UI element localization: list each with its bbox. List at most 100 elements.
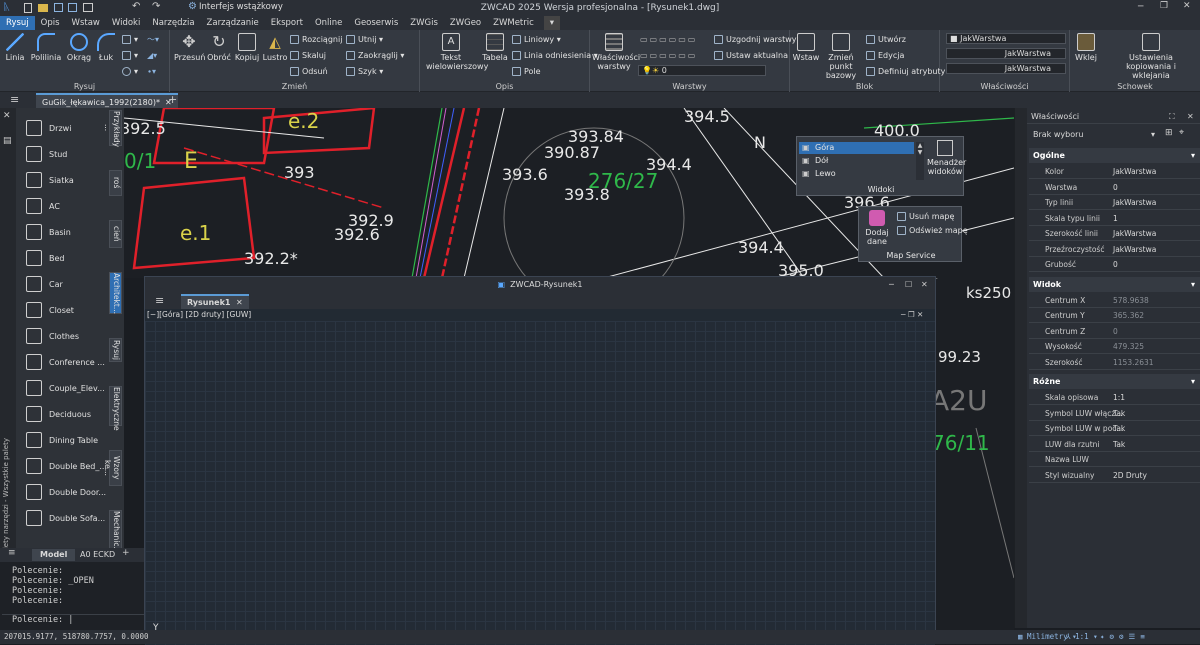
- ribbon-group-label[interactable]: Opis: [420, 82, 589, 91]
- menu-item-9[interactable]: ZWGis: [404, 16, 444, 30]
- quick-select-icon[interactable]: ⊞: [1165, 128, 1173, 138]
- property-row[interactable]: Skala typu linii 1: [1029, 211, 1200, 226]
- move-button[interactable]: ✥ Przesuń: [174, 33, 205, 63]
- property-row[interactable]: Szerokość 1153.2631: [1029, 355, 1200, 370]
- property-row[interactable]: Centrum X 578.9638: [1029, 293, 1200, 308]
- view-item-top[interactable]: ▣ Góra: [799, 142, 914, 154]
- palette-item[interactable]: Drzwi: [26, 116, 71, 140]
- viewport-label[interactable]: [−][Góra] [2D druty] [GUW]: [147, 310, 251, 319]
- palette-tab[interactable]: Architekt...: [109, 272, 122, 314]
- restore-button[interactable]: ❐: [1160, 1, 1168, 11]
- stretch-tool[interactable]: Rozciągnij: [290, 34, 342, 45]
- window2-tab[interactable]: Rysunek1 ✕: [181, 294, 249, 309]
- annotation-scale[interactable]: ⅄ 1:1 ▾: [1066, 630, 1098, 644]
- scale-tool[interactable]: Skaluj: [290, 50, 326, 61]
- ellipse-tool[interactable]: ▾: [122, 66, 138, 77]
- set-current-layer-tool[interactable]: Ustaw aktualna: [714, 50, 788, 61]
- refresh-map-button[interactable]: Odśwież mapę: [897, 225, 968, 236]
- remove-map-button[interactable]: Usuń mapę: [897, 211, 954, 222]
- layout-tab-model[interactable]: Model: [32, 549, 76, 561]
- spline-tool[interactable]: 〜▾: [147, 34, 159, 45]
- palette-tab[interactable]: Wzory ke...: [103, 450, 122, 486]
- palette-item[interactable]: Double Door...: [26, 480, 106, 504]
- menu-item-1[interactable]: Opis: [35, 16, 66, 30]
- layout-tab-a0[interactable]: A0 ECKD: [80, 549, 115, 561]
- palette-item[interactable]: Clothes: [26, 324, 79, 348]
- palette-item[interactable]: Stud: [26, 142, 67, 166]
- define-attributes-tool[interactable]: Definiuj atrybuty: [866, 66, 945, 77]
- property-row[interactable]: Typ linii JakWarstwa: [1029, 195, 1200, 210]
- palette-item[interactable]: Double Bed_...: [26, 454, 107, 478]
- fillet-tool[interactable]: Zaokrąglij ▾: [346, 50, 404, 61]
- layer-tools-icons[interactable]: ▭▭▭▭▭▭: [640, 50, 697, 61]
- linear-dim-tool[interactable]: Liniowy ▾: [512, 34, 561, 45]
- palette-item[interactable]: Dining Table: [26, 428, 98, 452]
- palette-options-icon[interactable]: ▤: [3, 136, 12, 146]
- palette-tab[interactable]: roś: [109, 170, 122, 196]
- window2-close-button[interactable]: ✕: [921, 277, 928, 293]
- array-tool[interactable]: Szyk ▾: [346, 66, 383, 77]
- field-tool[interactable]: Pole: [512, 66, 541, 77]
- property-row[interactable]: Centrum Z 0: [1029, 324, 1200, 339]
- menu-item-8[interactable]: Geoserwis: [348, 16, 404, 30]
- add-data-button[interactable]: Dodaj dane: [863, 210, 891, 246]
- menu-item-10[interactable]: ZWGeo: [444, 16, 487, 30]
- property-row[interactable]: Centrum Y 365.362: [1029, 308, 1200, 323]
- lineweight-dropdown[interactable]: JakWarstwa: [946, 63, 1066, 74]
- views-scroll[interactable]: ▲ ▼: [916, 142, 924, 180]
- close-button[interactable]: ✕: [1183, 1, 1191, 11]
- properties-options-icon[interactable]: ⛶: [1169, 110, 1175, 124]
- property-row[interactable]: LUW dla rzutni Tak: [1029, 437, 1200, 452]
- palette-item[interactable]: Deciduous: [26, 402, 91, 426]
- ribbon-group-label[interactable]: Warstwy: [590, 82, 789, 91]
- layer-properties-button[interactable]: Właściwości warstwy: [592, 33, 640, 71]
- color-dropdown[interactable]: ■ JakWarstwa: [946, 33, 1066, 44]
- document-tab[interactable]: GuGik_łękawica_1992(2180)* ✕: [36, 93, 178, 108]
- match-layer-tool[interactable]: Uzgodnij warstwy: [714, 34, 796, 45]
- palette-tab[interactable]: Elektryczne: [109, 386, 122, 431]
- property-row[interactable]: Skala opisowa 1:1: [1029, 390, 1200, 405]
- change-basepoint-button[interactable]: Zmień punkt bazowy: [820, 33, 862, 80]
- menu-item-7[interactable]: Online: [309, 16, 348, 30]
- view-item-left[interactable]: ▣ Lewo: [799, 168, 914, 180]
- properties-section-header[interactable]: Ogólne ▾: [1029, 148, 1200, 163]
- property-row[interactable]: Nazwa LUW: [1029, 452, 1200, 467]
- ribbon-group-label[interactable]: Zmień: [170, 82, 419, 91]
- window2-maximize-button[interactable]: ☐: [905, 277, 912, 293]
- palette-item[interactable]: Couple_Elev...: [26, 376, 105, 400]
- trim-tool[interactable]: Utnij ▾: [346, 34, 383, 45]
- region-tool[interactable]: ◢▾: [147, 50, 157, 61]
- palette-item[interactable]: AC: [26, 194, 60, 218]
- property-row[interactable]: Wysokość 479.325: [1029, 339, 1200, 354]
- properties-section-header[interactable]: Różne ▾: [1029, 374, 1200, 389]
- menu-item-0[interactable]: Rysuj: [0, 16, 35, 30]
- palette-tab[interactable]: Rysuj: [109, 338, 122, 362]
- palette-item[interactable]: Siatka: [26, 168, 74, 192]
- copy-paste-settings-button[interactable]: Ustawienia kopiowania i wklejania: [1106, 33, 1196, 80]
- ribbon-group-label[interactable]: Blok: [790, 82, 939, 91]
- menu-icon[interactable]: ≡: [10, 93, 19, 106]
- status-tool-icons[interactable]: ✦⚙⚙☰≡: [1100, 630, 1150, 644]
- menu-item-6[interactable]: Eksport: [265, 16, 309, 30]
- rectangle-tool[interactable]: ▾: [122, 34, 138, 45]
- create-block-tool[interactable]: Utwórz: [866, 34, 906, 45]
- palette-item[interactable]: Double Sofa...: [26, 506, 105, 530]
- insert-block-button[interactable]: Wstaw: [792, 33, 820, 62]
- line-button[interactable]: Linia: [4, 33, 26, 62]
- palette-item[interactable]: Basin: [26, 220, 71, 244]
- select-objects-icon[interactable]: ⌖: [1179, 128, 1184, 138]
- leader-tool[interactable]: Linia odniesienia ▾: [512, 50, 598, 61]
- point-tool[interactable]: ∙▾: [147, 66, 156, 77]
- new-tab-icon[interactable]: +: [168, 93, 177, 106]
- palette-item[interactable]: Bed: [26, 246, 65, 270]
- circle-button[interactable]: Okrąg: [66, 33, 92, 62]
- palette-close-icon[interactable]: ✕: [3, 111, 11, 121]
- property-row[interactable]: Grubość 0: [1029, 257, 1200, 272]
- mtext-button[interactable]: A Tekst wielowierszowy: [426, 33, 488, 71]
- window2-minimize-button[interactable]: ─: [889, 277, 894, 293]
- model-space-grid[interactable]: [145, 321, 935, 645]
- edit-block-tool[interactable]: Edycja: [866, 50, 904, 61]
- menu-item-2[interactable]: Wstaw: [66, 16, 106, 30]
- coordinates[interactable]: 207015.9177, 518780.7757, 0.0000: [4, 630, 149, 644]
- palette-tab[interactable]: Przykłady ...: [103, 110, 122, 147]
